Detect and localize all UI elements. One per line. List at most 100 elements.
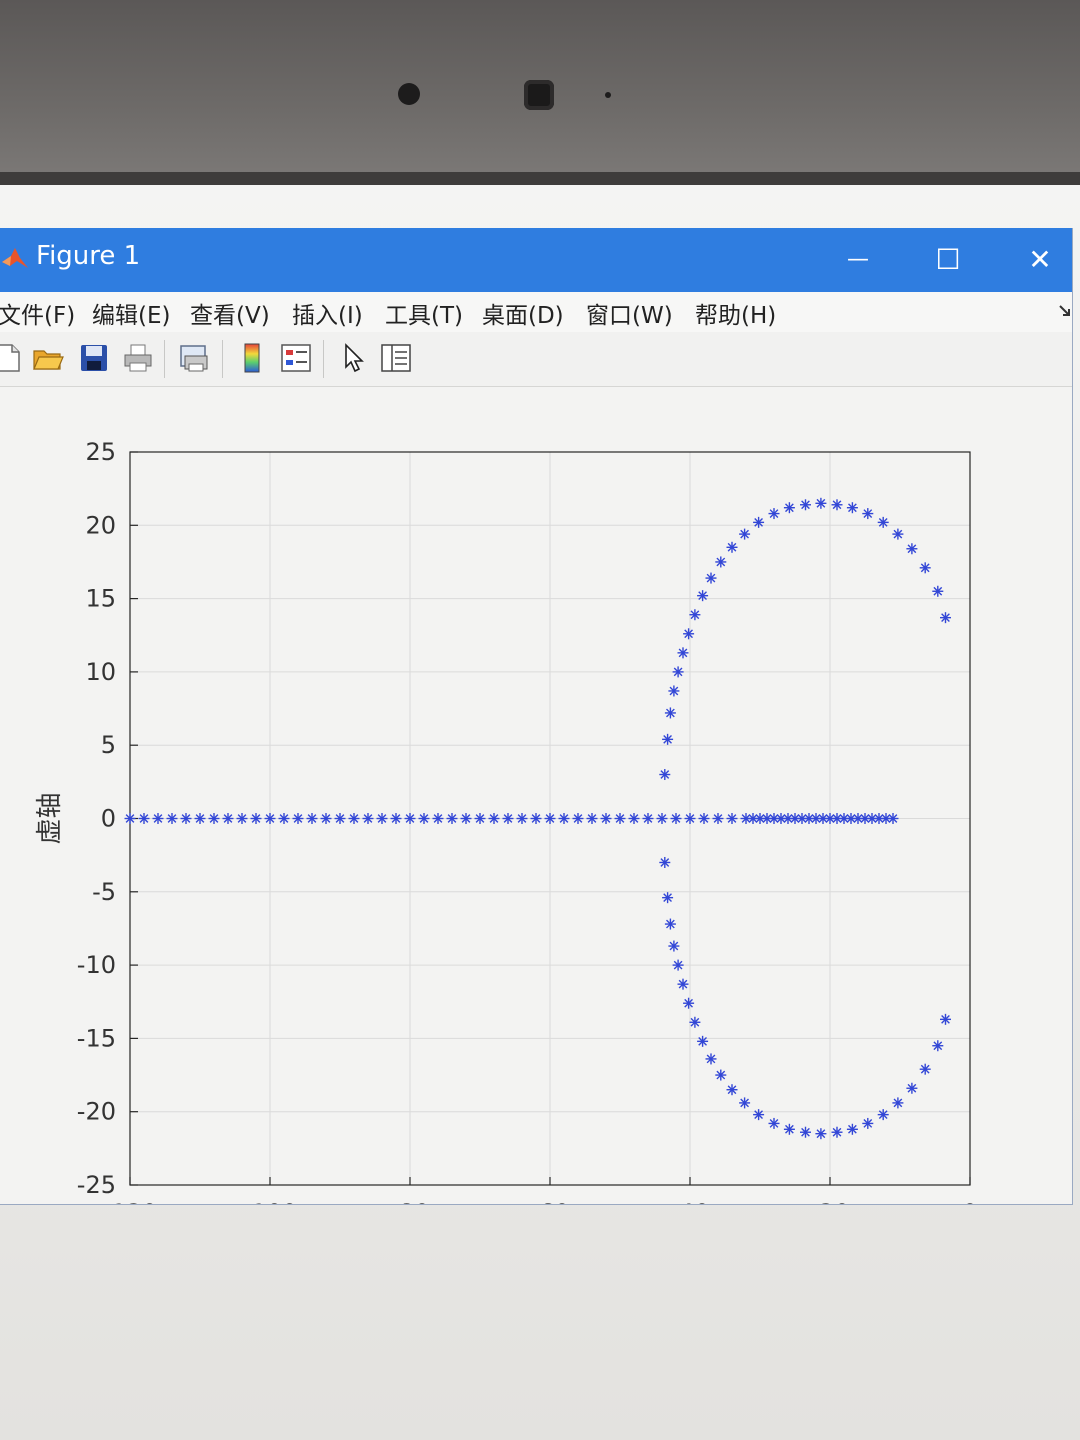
data-point: [152, 813, 164, 824]
data-point: [705, 1053, 717, 1065]
data-point: [712, 813, 724, 824]
data-point: [677, 647, 689, 659]
data-point: [831, 499, 843, 511]
root-locus-chart: -120 -100 -80 -60 -40 -20 0 25 20 15 10 5 0 -5 -10 -15 -…: [35, 438, 978, 1268]
maximize-button[interactable]: ☐: [930, 242, 966, 278]
pointer-icon[interactable]: [338, 342, 370, 374]
data-point: [348, 813, 360, 824]
data-point: [919, 562, 931, 574]
toolbar-separator: [164, 340, 165, 378]
open-folder-icon[interactable]: [32, 342, 64, 374]
data-point: [614, 813, 626, 824]
data-point: [846, 502, 858, 514]
menu-file[interactable]: 文件(F): [0, 296, 75, 330]
data-point: [670, 813, 682, 824]
data-point: [586, 813, 598, 824]
data-point: [698, 813, 710, 824]
data-point: [662, 892, 674, 904]
data-point: [862, 1117, 874, 1129]
data-point: [753, 516, 765, 528]
title-bar[interactable]: Figure 1 — ☐ ✕: [0, 228, 1072, 292]
data-point: [689, 609, 701, 621]
menu-window[interactable]: 窗口(W): [586, 296, 673, 330]
data-point: [334, 813, 346, 824]
data-point: [932, 1040, 944, 1052]
data-point: [376, 813, 388, 824]
data-point: [659, 769, 671, 781]
data-point: [715, 556, 727, 568]
data-point: [362, 813, 374, 824]
data-point: [544, 813, 556, 824]
data-point: [390, 813, 402, 824]
plot-area: -120 -100 -80 -60 -40 -20 0 25 20 15 10 5 0 -5 -10 -15 -…: [0, 387, 1072, 1268]
data-point: [292, 813, 304, 824]
data-point: [208, 813, 220, 824]
window-title: Figure 1: [36, 241, 141, 271]
y-tick-label: 15: [85, 585, 116, 613]
matlab-logo-icon: [2, 248, 28, 268]
data-point: [726, 541, 738, 553]
y-tick-label: -15: [77, 1024, 116, 1052]
data-point: [672, 666, 684, 678]
legend-icon[interactable]: [280, 342, 312, 374]
x-tick-label: -120: [103, 1199, 157, 1204]
x-tick-label: -80: [390, 1199, 429, 1204]
x-tick-label: -20: [810, 1199, 849, 1204]
data-point: [628, 813, 640, 824]
menu-help[interactable]: 帮助(H): [695, 296, 776, 330]
data-point: [236, 813, 248, 824]
menu-edit[interactable]: 编辑(E): [92, 296, 170, 330]
print-icon[interactable]: [122, 342, 154, 374]
data-point: [815, 497, 827, 509]
data-point: [488, 813, 500, 824]
monitor-bezel: [0, 0, 1080, 185]
y-axis-label: 虚轴: [35, 792, 65, 844]
data-point: [726, 813, 738, 824]
figure-window: Figure 1 — ☐ ✕ 文件(F) 编辑(E) 查看(V) 插入(I) 工…: [0, 228, 1073, 1268]
close-button[interactable]: ✕: [1022, 242, 1058, 278]
figure-toolbar: [0, 332, 1072, 387]
menu-insert[interactable]: 插入(I): [292, 296, 363, 330]
y-tick-label: -5: [92, 878, 116, 906]
new-file-icon[interactable]: [0, 342, 24, 374]
data-point: [516, 813, 528, 824]
data-point: [446, 813, 458, 824]
data-point: [783, 1123, 795, 1135]
toolbar-separator: [323, 340, 324, 378]
print-preview-icon[interactable]: [178, 342, 210, 374]
data-point: [668, 685, 680, 697]
data-point: [642, 813, 654, 824]
data-point: [683, 997, 695, 1009]
data-point: [739, 1097, 751, 1109]
x-tick-label: 0: [962, 1199, 977, 1204]
data-point: [887, 813, 899, 824]
data-point: [138, 813, 150, 824]
menu-view[interactable]: 查看(V): [190, 296, 270, 330]
menu-desktop[interactable]: 桌面(D): [482, 296, 564, 330]
data-point: [940, 1013, 951, 1025]
minimize-button[interactable]: —: [840, 242, 876, 278]
y-tick-label: 10: [85, 658, 116, 686]
colorbar-icon[interactable]: [236, 342, 268, 374]
data-point: [222, 813, 234, 824]
data-point: [656, 813, 668, 824]
y-tick-label: -10: [77, 951, 116, 979]
data-point: [659, 856, 671, 868]
data-point: [460, 813, 472, 824]
data-point: [432, 813, 444, 824]
data-point: [668, 940, 680, 952]
property-editor-icon[interactable]: [380, 342, 412, 374]
bezel-edge: [0, 172, 1080, 185]
data-point: [783, 502, 795, 514]
data-point: [940, 612, 951, 624]
data-point: [768, 508, 780, 520]
save-icon[interactable]: [78, 342, 110, 374]
y-tick-label: 0: [101, 805, 116, 833]
data-point: [726, 1084, 738, 1096]
data-point: [677, 978, 689, 990]
menu-tools[interactable]: 工具(T): [385, 296, 463, 330]
data-point: [846, 1123, 858, 1135]
data-point: [672, 959, 684, 971]
menubar-dock-arrow-icon[interactable]: [1058, 304, 1072, 318]
data-point: [877, 1109, 889, 1121]
